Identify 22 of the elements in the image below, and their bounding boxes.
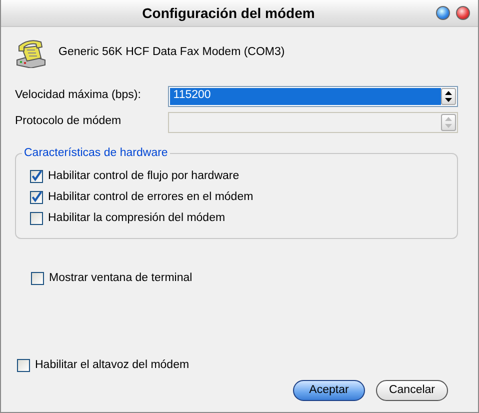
- close-button[interactable]: [456, 6, 470, 20]
- checkbox[interactable]: [30, 212, 43, 225]
- dialog-button[interactable]: Cancelar: [376, 380, 448, 401]
- checkbox-label: Habilitar control de errores en el módem: [48, 190, 254, 205]
- checkbox-label: Habilitar el altavoz del módem: [35, 358, 190, 373]
- default-button[interactable]: Aceptar: [293, 380, 365, 401]
- device-name: Generic 56K HCF Data Fax Modem (COM3): [58, 45, 285, 60]
- spinner-icon: [441, 114, 456, 130]
- window-title: Configuración del módem: [141, 4, 316, 23]
- telephone-icon: [15, 38, 47, 68]
- spinner-icon: [441, 88, 456, 104]
- dropdown-field[interactable]: 115200: [168, 86, 458, 106]
- minimize-button[interactable]: [436, 6, 450, 20]
- checkbox[interactable]: [31, 272, 44, 285]
- checkbox[interactable]: [30, 170, 43, 183]
- checkbox[interactable]: [17, 359, 30, 372]
- checkbox[interactable]: [30, 191, 43, 204]
- field-label: Velocidad máxima (bps):: [15, 88, 142, 104]
- checkbox-label: Habilitar la compresión del módem: [48, 210, 226, 226]
- checkbox-label: Habilitar control de flujo por hardware: [48, 168, 240, 184]
- checkbox-label: Mostrar ventana de terminal: [49, 270, 192, 286]
- field-label: Protocolo de módem: [15, 114, 122, 130]
